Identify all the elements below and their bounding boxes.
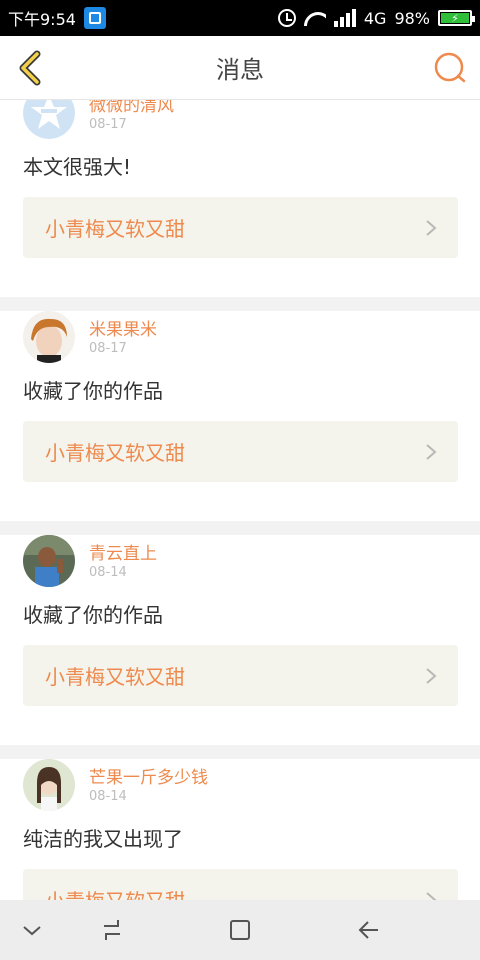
message-list-viewport[interactable]: 微微的清风 08-17 本文很强大! 小青梅又软又甜 米果果米 08-17 收藏… xyxy=(0,100,480,900)
chevron-down-icon[interactable] xyxy=(18,916,46,944)
work-title: 小青梅又软又甜 xyxy=(45,441,185,465)
photo-avatar[interactable] xyxy=(23,311,75,363)
signal-icon xyxy=(333,9,356,27)
message-card[interactable]: 青云直上 08-14 收藏了你的作品 小青梅又软又甜 xyxy=(0,535,480,745)
home-icon[interactable] xyxy=(226,916,254,944)
work-title: 小青梅又软又甜 xyxy=(45,665,185,689)
search-icon[interactable] xyxy=(432,50,468,86)
user-name[interactable]: 微微的清风 xyxy=(89,100,174,116)
message-date: 08-17 xyxy=(89,341,127,356)
photo-avatar[interactable] xyxy=(23,759,75,811)
status-time: 下午9:54 xyxy=(8,10,76,29)
message-date: 08-14 xyxy=(89,789,127,804)
message-text: 收藏了你的作品 xyxy=(23,603,163,627)
work-title: 小青梅又软又甜 xyxy=(45,885,185,900)
chevron-right-icon xyxy=(426,668,437,684)
chevron-right-icon xyxy=(426,220,437,236)
system-nav-bar xyxy=(0,900,480,960)
chevron-right-icon xyxy=(426,444,437,460)
message-card[interactable]: 芒果一斤多少钱 08-14 纯洁的我又出现了 小青梅又软又甜 xyxy=(0,759,480,900)
message-list: 微微的清风 08-17 本文很强大! 小青梅又软又甜 米果果米 08-17 收藏… xyxy=(0,100,480,900)
photo-avatar[interactable] xyxy=(23,535,75,587)
work-link[interactable]: 小青梅又软又甜 xyxy=(23,645,458,706)
back-arrow-icon[interactable] xyxy=(12,48,52,88)
message-text: 本文很强大! xyxy=(23,155,132,179)
alarm-icon xyxy=(277,9,296,27)
message-text: 纯洁的我又出现了 xyxy=(23,827,183,851)
network-type: 4G xyxy=(363,8,387,28)
battery-icon: ⚡ xyxy=(438,10,475,26)
battery-percent: 98% xyxy=(394,8,430,28)
user-name[interactable]: 米果果米 xyxy=(89,315,157,340)
status-bar: 下午9:54 4G 98% ⚡ xyxy=(0,0,480,36)
wifi-icon xyxy=(304,10,326,26)
user-name[interactable]: 青云直上 xyxy=(89,539,157,564)
work-link[interactable]: 小青梅又软又甜 xyxy=(23,869,458,900)
screenshot-icon xyxy=(83,7,106,29)
work-link[interactable]: 小青梅又软又甜 xyxy=(23,197,458,258)
qzone-logo-avatar[interactable] xyxy=(23,100,75,139)
message-card[interactable]: 微微的清风 08-17 本文很强大! 小青梅又软又甜 xyxy=(0,100,480,297)
message-date: 08-17 xyxy=(89,117,127,132)
recent-apps-icon[interactable] xyxy=(98,916,126,944)
work-link[interactable]: 小青梅又软又甜 xyxy=(23,421,458,482)
message-date: 08-14 xyxy=(89,565,127,580)
message-card[interactable]: 米果果米 08-17 收藏了你的作品 小青梅又软又甜 xyxy=(0,311,480,521)
chevron-right-icon xyxy=(426,892,437,900)
work-title: 小青梅又软又甜 xyxy=(45,217,185,241)
user-name[interactable]: 芒果一斤多少钱 xyxy=(89,763,208,788)
page-title: 消息 xyxy=(216,56,264,84)
message-text: 收藏了你的作品 xyxy=(23,379,163,403)
back-icon[interactable] xyxy=(354,916,382,944)
app-header: 消息 xyxy=(0,36,480,100)
